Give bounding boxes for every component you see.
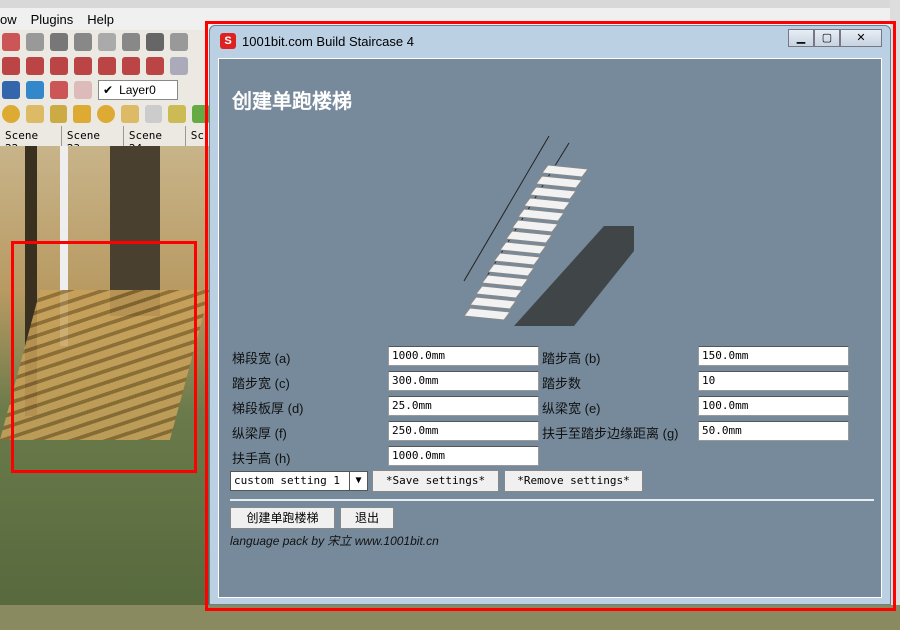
tool-icon[interactable] — [170, 33, 188, 51]
tool-icon[interactable] — [74, 33, 92, 51]
tool-icon[interactable] — [120, 105, 139, 123]
tool-icon[interactable] — [2, 81, 20, 99]
highlight-box — [205, 21, 896, 611]
layer-select[interactable]: ✔ Layer0 — [98, 80, 178, 100]
tool-icon[interactable] — [170, 57, 188, 75]
tool-icon[interactable] — [168, 105, 187, 123]
toolbar-4 — [0, 102, 211, 126]
scene-tab[interactable]: Scene 23 — [62, 126, 124, 155]
toolbar-2 — [0, 54, 210, 78]
highlight-box — [11, 241, 197, 473]
tool-icon[interactable] — [2, 105, 20, 123]
tool-icon[interactable] — [25, 105, 44, 123]
up-arrow-icon[interactable] — [2, 57, 20, 75]
menu-window[interactable]: ow — [0, 12, 17, 27]
tool-icon[interactable] — [49, 105, 68, 123]
toolbar-1 — [0, 30, 210, 54]
up-arrow-icon[interactable] — [74, 57, 92, 75]
up-arrow-icon[interactable] — [122, 57, 140, 75]
tool-icon[interactable] — [73, 105, 92, 123]
menu-help[interactable]: Help — [87, 12, 114, 27]
scene-tabs: Scene 22 Scene 23 Scene 24 Sc — [0, 126, 211, 155]
tool-icon[interactable] — [146, 33, 164, 51]
tool-icon[interactable] — [97, 105, 115, 123]
tool-icon[interactable] — [122, 33, 140, 51]
tool-icon[interactable] — [74, 81, 92, 99]
up-arrow-icon[interactable] — [146, 57, 164, 75]
tool-icon[interactable] — [26, 33, 44, 51]
tool-icon[interactable] — [2, 33, 20, 51]
tool-icon[interactable] — [98, 33, 116, 51]
up-arrow-icon[interactable] — [98, 57, 116, 75]
title-strip — [0, 0, 900, 8]
up-arrow-icon[interactable] — [26, 57, 44, 75]
up-arrow-icon[interactable] — [50, 57, 68, 75]
tool-icon[interactable] — [50, 33, 68, 51]
tool-icon[interactable] — [144, 105, 163, 123]
sketchup-window: ow Plugins Help ✔Layer0 Scene 22 Scene 2… — [0, 0, 900, 630]
scene-tab[interactable]: Scene 22 — [0, 126, 62, 155]
menu-plugins[interactable]: Plugins — [31, 12, 74, 27]
toolbar-3: ✔ Layer0 — [0, 78, 210, 102]
scene-tab[interactable]: Scene 24 — [124, 126, 186, 155]
undo-icon[interactable] — [50, 81, 68, 99]
check-icon: ✔ — [103, 83, 114, 97]
redo-icon[interactable] — [26, 81, 44, 99]
